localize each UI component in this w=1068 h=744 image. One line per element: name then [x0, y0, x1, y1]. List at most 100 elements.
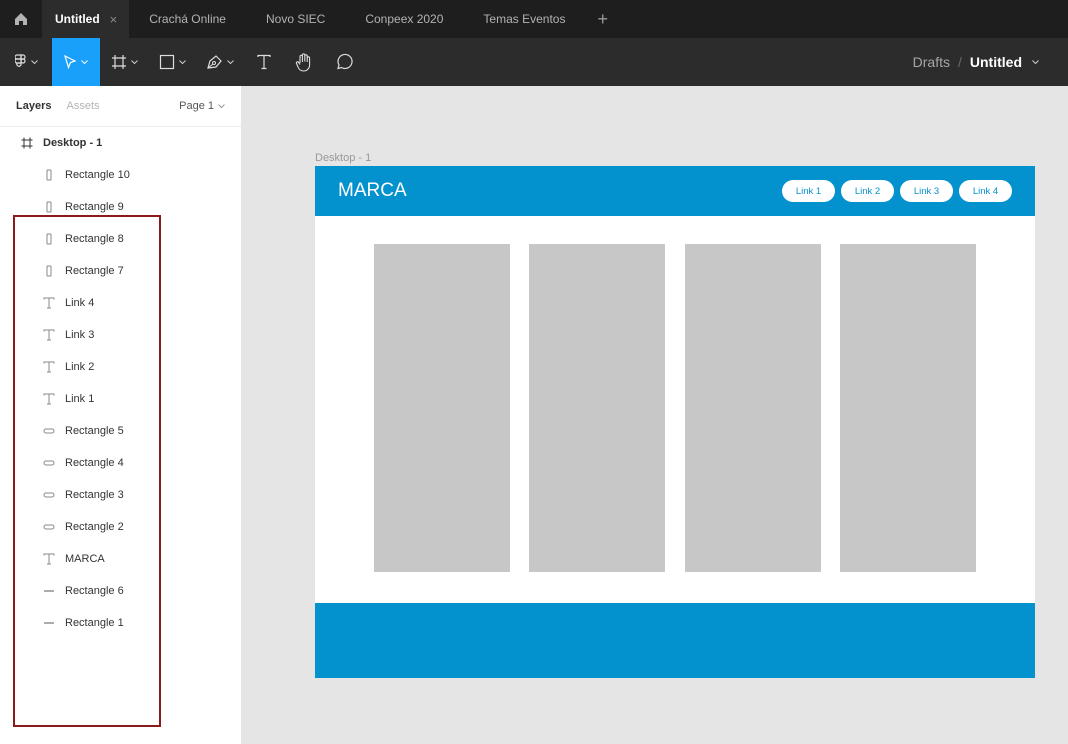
tab-conpeex-2020[interactable]: Conpeex 2020	[345, 0, 463, 38]
frame-icon	[20, 136, 34, 150]
chevron-down-icon[interactable]	[1032, 59, 1039, 65]
tab-temas-eventos[interactable]: Temas Eventos	[463, 0, 585, 38]
frame-tool-button[interactable]	[100, 38, 148, 86]
move-tool-button[interactable]	[52, 38, 100, 86]
layer-label: Rectangle 3	[65, 489, 124, 501]
layer-item[interactable]: Rectangle 2	[0, 511, 241, 543]
rounded-rectangle-icon	[42, 488, 56, 502]
frame-label[interactable]: Desktop - 1	[315, 152, 371, 164]
vertical-rectangle-icon	[42, 168, 56, 182]
home-button[interactable]	[0, 0, 42, 38]
file-name[interactable]: Untitled	[970, 54, 1022, 70]
chevron-down-icon	[227, 59, 234, 64]
card-rectangle-3[interactable]	[685, 244, 821, 572]
text-icon	[42, 392, 56, 406]
layer-label: Link 2	[65, 361, 95, 373]
canvas[interactable]: Desktop - 1 MARCA Link 1 Link 2 Link 3 L…	[242, 86, 1068, 744]
header-bar[interactable]: MARCA Link 1 Link 2 Link 3 Link 4	[315, 166, 1035, 216]
tab-label: Untitled	[55, 12, 100, 26]
layer-label: Rectangle 2	[65, 521, 124, 533]
hand-tool-icon	[295, 52, 311, 72]
line-rectangle-icon	[42, 616, 56, 630]
text-icon	[42, 328, 56, 342]
link-2-pill[interactable]: Link 2	[841, 180, 894, 202]
layer-item[interactable]: Link 1	[0, 383, 241, 415]
layer-item[interactable]: Link 3	[0, 319, 241, 351]
card-rectangle-4[interactable]	[840, 244, 976, 572]
tab-untitled[interactable]: Untitled ×	[42, 0, 130, 38]
layer-item[interactable]: Rectangle 7	[0, 255, 241, 287]
vertical-rectangle-icon	[42, 264, 56, 278]
layer-label: Rectangle 10	[65, 169, 130, 181]
layer-item[interactable]: Rectangle 5	[0, 415, 241, 447]
layer-label: Rectangle 9	[65, 201, 124, 213]
layer-label: Link 3	[65, 329, 95, 341]
add-tab-button[interactable]: +	[585, 0, 620, 38]
rounded-rectangle-icon	[42, 424, 56, 438]
page-name: Page 1	[179, 100, 214, 112]
layer-item[interactable]: Rectangle 1	[0, 607, 241, 639]
comment-tool-icon	[337, 53, 353, 70]
hand-tool-button[interactable]	[284, 38, 324, 86]
layer-item[interactable]: Rectangle 9	[0, 191, 241, 223]
toolbar: Drafts / Untitled	[0, 38, 1068, 86]
tab-bar: Untitled × Crachá Online Novo SIEC Conpe…	[0, 0, 1068, 38]
rounded-rectangle-icon	[42, 456, 56, 470]
link-4-pill[interactable]: Link 4	[959, 180, 1012, 202]
text-icon	[42, 296, 56, 310]
comment-tool-button[interactable]	[324, 38, 364, 86]
layer-label: Rectangle 1	[65, 617, 124, 629]
layer-item[interactable]: Rectangle 3	[0, 479, 241, 511]
vertical-rectangle-icon	[42, 232, 56, 246]
breadcrumb-drafts[interactable]: Drafts	[913, 54, 950, 70]
text-icon	[42, 552, 56, 566]
layer-label: MARCA	[65, 553, 105, 565]
card-rectangle-1[interactable]	[374, 244, 510, 572]
chevron-down-icon	[81, 59, 88, 64]
main-menu-button[interactable]	[0, 38, 52, 86]
brand-text[interactable]: MARCA	[338, 180, 407, 202]
chevron-down-icon	[218, 103, 225, 108]
panel-tabs: Layers Assets Page 1	[0, 86, 241, 127]
layer-item[interactable]: Rectangle 10	[0, 159, 241, 191]
layer-item[interactable]: Rectangle 8	[0, 223, 241, 255]
rectangle-tool-button[interactable]	[148, 38, 196, 86]
card-rectangle-2[interactable]	[529, 244, 665, 572]
layer-label: Link 1	[65, 393, 95, 405]
move-tool-icon	[64, 55, 77, 69]
link-1-pill[interactable]: Link 1	[782, 180, 835, 202]
layer-label: Rectangle 5	[65, 425, 124, 437]
footer-bar[interactable]	[315, 603, 1035, 678]
vertical-rectangle-icon	[42, 200, 56, 214]
page-selector[interactable]: Page 1	[179, 100, 225, 112]
text-tool-button[interactable]	[244, 38, 284, 86]
layers-panel: Layers Assets Page 1 Desktop - 1 Rectang…	[0, 86, 242, 744]
chevron-down-icon	[30, 59, 38, 64]
layer-item[interactable]: Link 2	[0, 351, 241, 383]
text-icon	[42, 360, 56, 374]
layer-list: Desktop - 1 Rectangle 10 Rectangle 9 Recta…	[0, 127, 241, 639]
layer-item[interactable]: Link 4	[0, 287, 241, 319]
layer-label: Desktop - 1	[43, 137, 103, 149]
breadcrumb-separator: /	[958, 54, 962, 70]
tab-assets[interactable]: Assets	[66, 100, 99, 112]
layer-label: Rectangle 8	[65, 233, 124, 245]
desktop-frame[interactable]: MARCA Link 1 Link 2 Link 3 Link 4	[315, 166, 1035, 678]
figma-menu-icon	[14, 54, 26, 67]
layer-desktop-1[interactable]: Desktop - 1	[0, 127, 241, 159]
breadcrumb: Drafts / Untitled	[913, 38, 1039, 86]
layer-item[interactable]: MARCA	[0, 543, 241, 575]
rounded-rectangle-icon	[42, 520, 56, 534]
tab-novo-siec[interactable]: Novo SIEC	[246, 0, 345, 38]
tab-layers[interactable]: Layers	[16, 100, 51, 112]
close-icon[interactable]: ×	[110, 12, 118, 27]
layer-label: Rectangle 7	[65, 265, 124, 277]
pen-tool-button[interactable]	[196, 38, 244, 86]
link-3-pill[interactable]: Link 3	[900, 180, 953, 202]
layer-item[interactable]: Rectangle 4	[0, 447, 241, 479]
line-rectangle-icon	[42, 584, 56, 598]
tab-cracha-online[interactable]: Crachá Online	[129, 0, 246, 38]
layer-item[interactable]: Rectangle 6	[0, 575, 241, 607]
frame-tool-icon	[111, 55, 126, 69]
pen-tool-icon	[207, 55, 222, 69]
